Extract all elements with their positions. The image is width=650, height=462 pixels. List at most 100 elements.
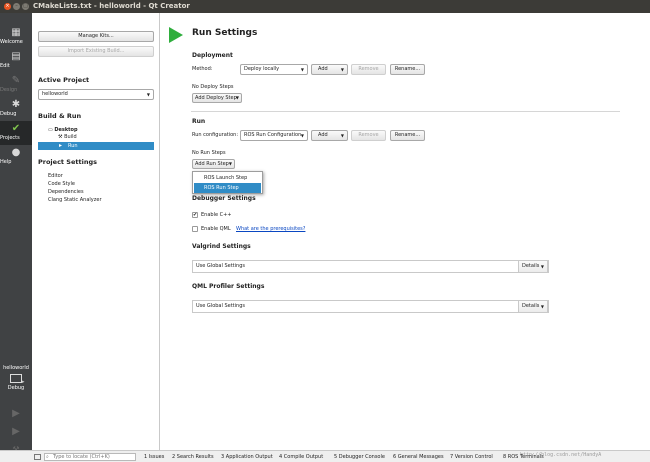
qml-profiler-details-button[interactable]: Details ▼ — [518, 300, 548, 313]
sidebar-toggle-icon[interactable] — [34, 454, 41, 460]
enable-cpp-checkbox[interactable]: ✔ — [192, 212, 198, 218]
mode-design[interactable]: ✎ Design — [0, 73, 32, 97]
help-icon: ● — [11, 147, 21, 158]
bug-icon: ✱ — [11, 99, 21, 110]
settings-item-clang[interactable]: Clang Static Analyzer — [48, 197, 102, 204]
chevron-right-icon: ▸ — [22, 379, 25, 385]
debug-run-icon[interactable]: ▶ — [10, 426, 22, 438]
tree-item-run[interactable]: ▸ Run — [38, 142, 154, 150]
active-project-title: Active Project — [38, 76, 90, 84]
add-run-step-menu: ROS Launch Step ROS Run Step — [192, 171, 263, 194]
no-deploy-steps-label: No Deploy Steps — [192, 84, 234, 90]
mode-welcome[interactable]: ▦ Welcome — [0, 25, 32, 49]
chevron-down-icon: ▼ — [340, 133, 344, 138]
maximize-window-button[interactable]: □ — [22, 3, 29, 10]
output-tab-version-control[interactable]: 7 Version Control — [450, 454, 493, 461]
tree-item-build[interactable]: ⚒ Build — [58, 134, 77, 141]
settings-item-dependencies[interactable]: Dependencies — [48, 189, 84, 196]
output-tab-debugger-console[interactable]: 5 Debugger Console — [334, 454, 385, 461]
run-remove-button[interactable]: Remove — [351, 130, 386, 141]
menu-item-ros-run-step[interactable]: ROS Run Step — [194, 183, 261, 193]
kit-selector[interactable]: helloworld ▸ Debug — [0, 365, 32, 399]
run-config-value: ROS Run Configuration — [244, 132, 302, 138]
chevron-down-icon: ▼ — [340, 67, 344, 72]
menu-item-ros-launch-step[interactable]: ROS Launch Step — [194, 173, 261, 183]
mode-help[interactable]: ● Help — [0, 145, 32, 169]
document-icon: ▤ — [11, 51, 21, 62]
tree-build-label: Build — [64, 134, 77, 140]
kit-config-label: Debug — [7, 385, 25, 391]
valgrind-settings-title: Valgrind Settings — [192, 243, 251, 250]
mode-bar: ▦ Welcome ▤ Edit ✎ Design ✱ Debug ✔ Proj… — [0, 13, 32, 454]
deploy-method-value: Deploy locally — [244, 66, 280, 72]
divider — [191, 111, 620, 112]
add-deploy-step-button[interactable]: Add Deploy Step ▼ — [192, 93, 242, 103]
active-project-select[interactable]: helloworld ▼ — [38, 89, 154, 100]
minimize-window-button[interactable]: – — [13, 3, 20, 10]
mode-label: Help — [0, 159, 12, 165]
qml-profiler-details-label: Details — [522, 303, 540, 309]
enable-qml-label: Enable QML — [201, 226, 231, 232]
mode-debug[interactable]: ✱ Debug — [0, 97, 32, 121]
output-tab-application-output[interactable]: 3 Application Output — [221, 454, 273, 461]
output-tab-general-messages[interactable]: 6 General Messages — [393, 454, 444, 461]
mode-label: Edit — [0, 63, 10, 69]
chevron-down-icon: ▼ — [228, 161, 232, 166]
deploy-add-button[interactable]: Add ▼ — [311, 64, 348, 75]
qml-profiler-settings-title: QML Profiler Settings — [192, 283, 265, 290]
chevron-down-icon: ▼ — [235, 95, 239, 100]
run-section-title: Run — [192, 118, 206, 125]
close-window-button[interactable]: × — [4, 3, 11, 10]
play-icon: ▸ — [59, 142, 63, 149]
projects-left-panel: Manage Kits... Import Existing Build... … — [32, 13, 160, 450]
manage-kits-button[interactable]: Manage Kits... — [38, 31, 154, 42]
run-icon[interactable]: ▶ — [10, 408, 22, 420]
run-config-label: Run configuration: — [192, 132, 239, 138]
deploy-add-label: Add — [318, 66, 328, 72]
pencil-icon: ✎ — [11, 75, 21, 86]
qml-profiler-settings-value: Use Global Settings — [196, 303, 245, 309]
locator-input[interactable]: ⌕ Type to locate (Ctrl+K) — [44, 453, 136, 461]
tree-desktop-label: Desktop — [54, 127, 78, 133]
valgrind-details-button[interactable]: Details ▼ — [518, 260, 548, 273]
deploy-remove-button[interactable]: Remove — [351, 64, 386, 75]
add-run-step-button[interactable]: Add Run Step ▼ — [192, 159, 235, 169]
prerequisites-link[interactable]: What are the prerequisites? — [236, 225, 305, 234]
active-project-value: helloworld — [42, 91, 68, 97]
chevron-down-icon: ▼ — [540, 264, 544, 269]
deploy-method-select[interactable]: Deploy locally ▼ — [240, 64, 308, 75]
enable-qml-checkbox[interactable] — [192, 226, 198, 232]
run-add-button[interactable]: Add ▼ — [311, 130, 348, 141]
settings-item-editor[interactable]: Editor — [48, 173, 63, 180]
method-label: Method: — [192, 66, 213, 72]
mode-projects[interactable]: ✔ Projects — [0, 121, 32, 145]
tree-item-desktop[interactable]: ▭ Desktop — [48, 127, 78, 134]
output-tab-issues[interactable]: 1 Issues — [144, 454, 164, 461]
enable-cpp-label: Enable C++ — [201, 212, 232, 218]
debugger-settings-title: Debugger Settings — [192, 195, 256, 202]
add-run-step-label: Add Run Step — [195, 161, 229, 167]
no-run-steps-label: No Run Steps — [192, 150, 226, 156]
import-build-button[interactable]: Import Existing Build... — [38, 46, 154, 57]
mode-edit[interactable]: ▤ Edit — [0, 49, 32, 73]
project-settings-title: Project Settings — [38, 158, 97, 166]
watermark: http://blog.csdn.net/HandyA — [520, 452, 602, 458]
add-deploy-step-label: Add Deploy Step — [195, 95, 237, 101]
settings-item-code-style[interactable]: Code Style — [48, 181, 75, 188]
deploy-rename-button[interactable]: Rename... — [390, 64, 425, 75]
page-title: Run Settings — [192, 28, 258, 38]
locator-placeholder: Type to locate (Ctrl+K) — [53, 454, 110, 460]
run-settings-panel: Run Settings Deployment Method: Deploy l… — [161, 13, 650, 450]
qml-profiler-settings-field[interactable]: Use Global Settings — [192, 300, 549, 313]
valgrind-settings-field[interactable]: Use Global Settings — [192, 260, 549, 273]
run-rename-button[interactable]: Rename... — [390, 130, 425, 141]
run-add-label: Add — [318, 132, 328, 138]
run-config-select[interactable]: ROS Run Configuration ▼ — [240, 130, 308, 141]
grid-icon: ▦ — [11, 27, 21, 38]
valgrind-details-label: Details — [522, 263, 540, 269]
output-tab-compile-output[interactable]: 4 Compile Output — [279, 454, 323, 461]
search-icon: ⌕ — [46, 454, 49, 460]
output-tab-search-results[interactable]: 2 Search Results — [172, 454, 214, 461]
window-title: CMakeLists.txt - helloworld - Qt Creator — [33, 2, 190, 10]
deployment-title: Deployment — [192, 52, 233, 59]
